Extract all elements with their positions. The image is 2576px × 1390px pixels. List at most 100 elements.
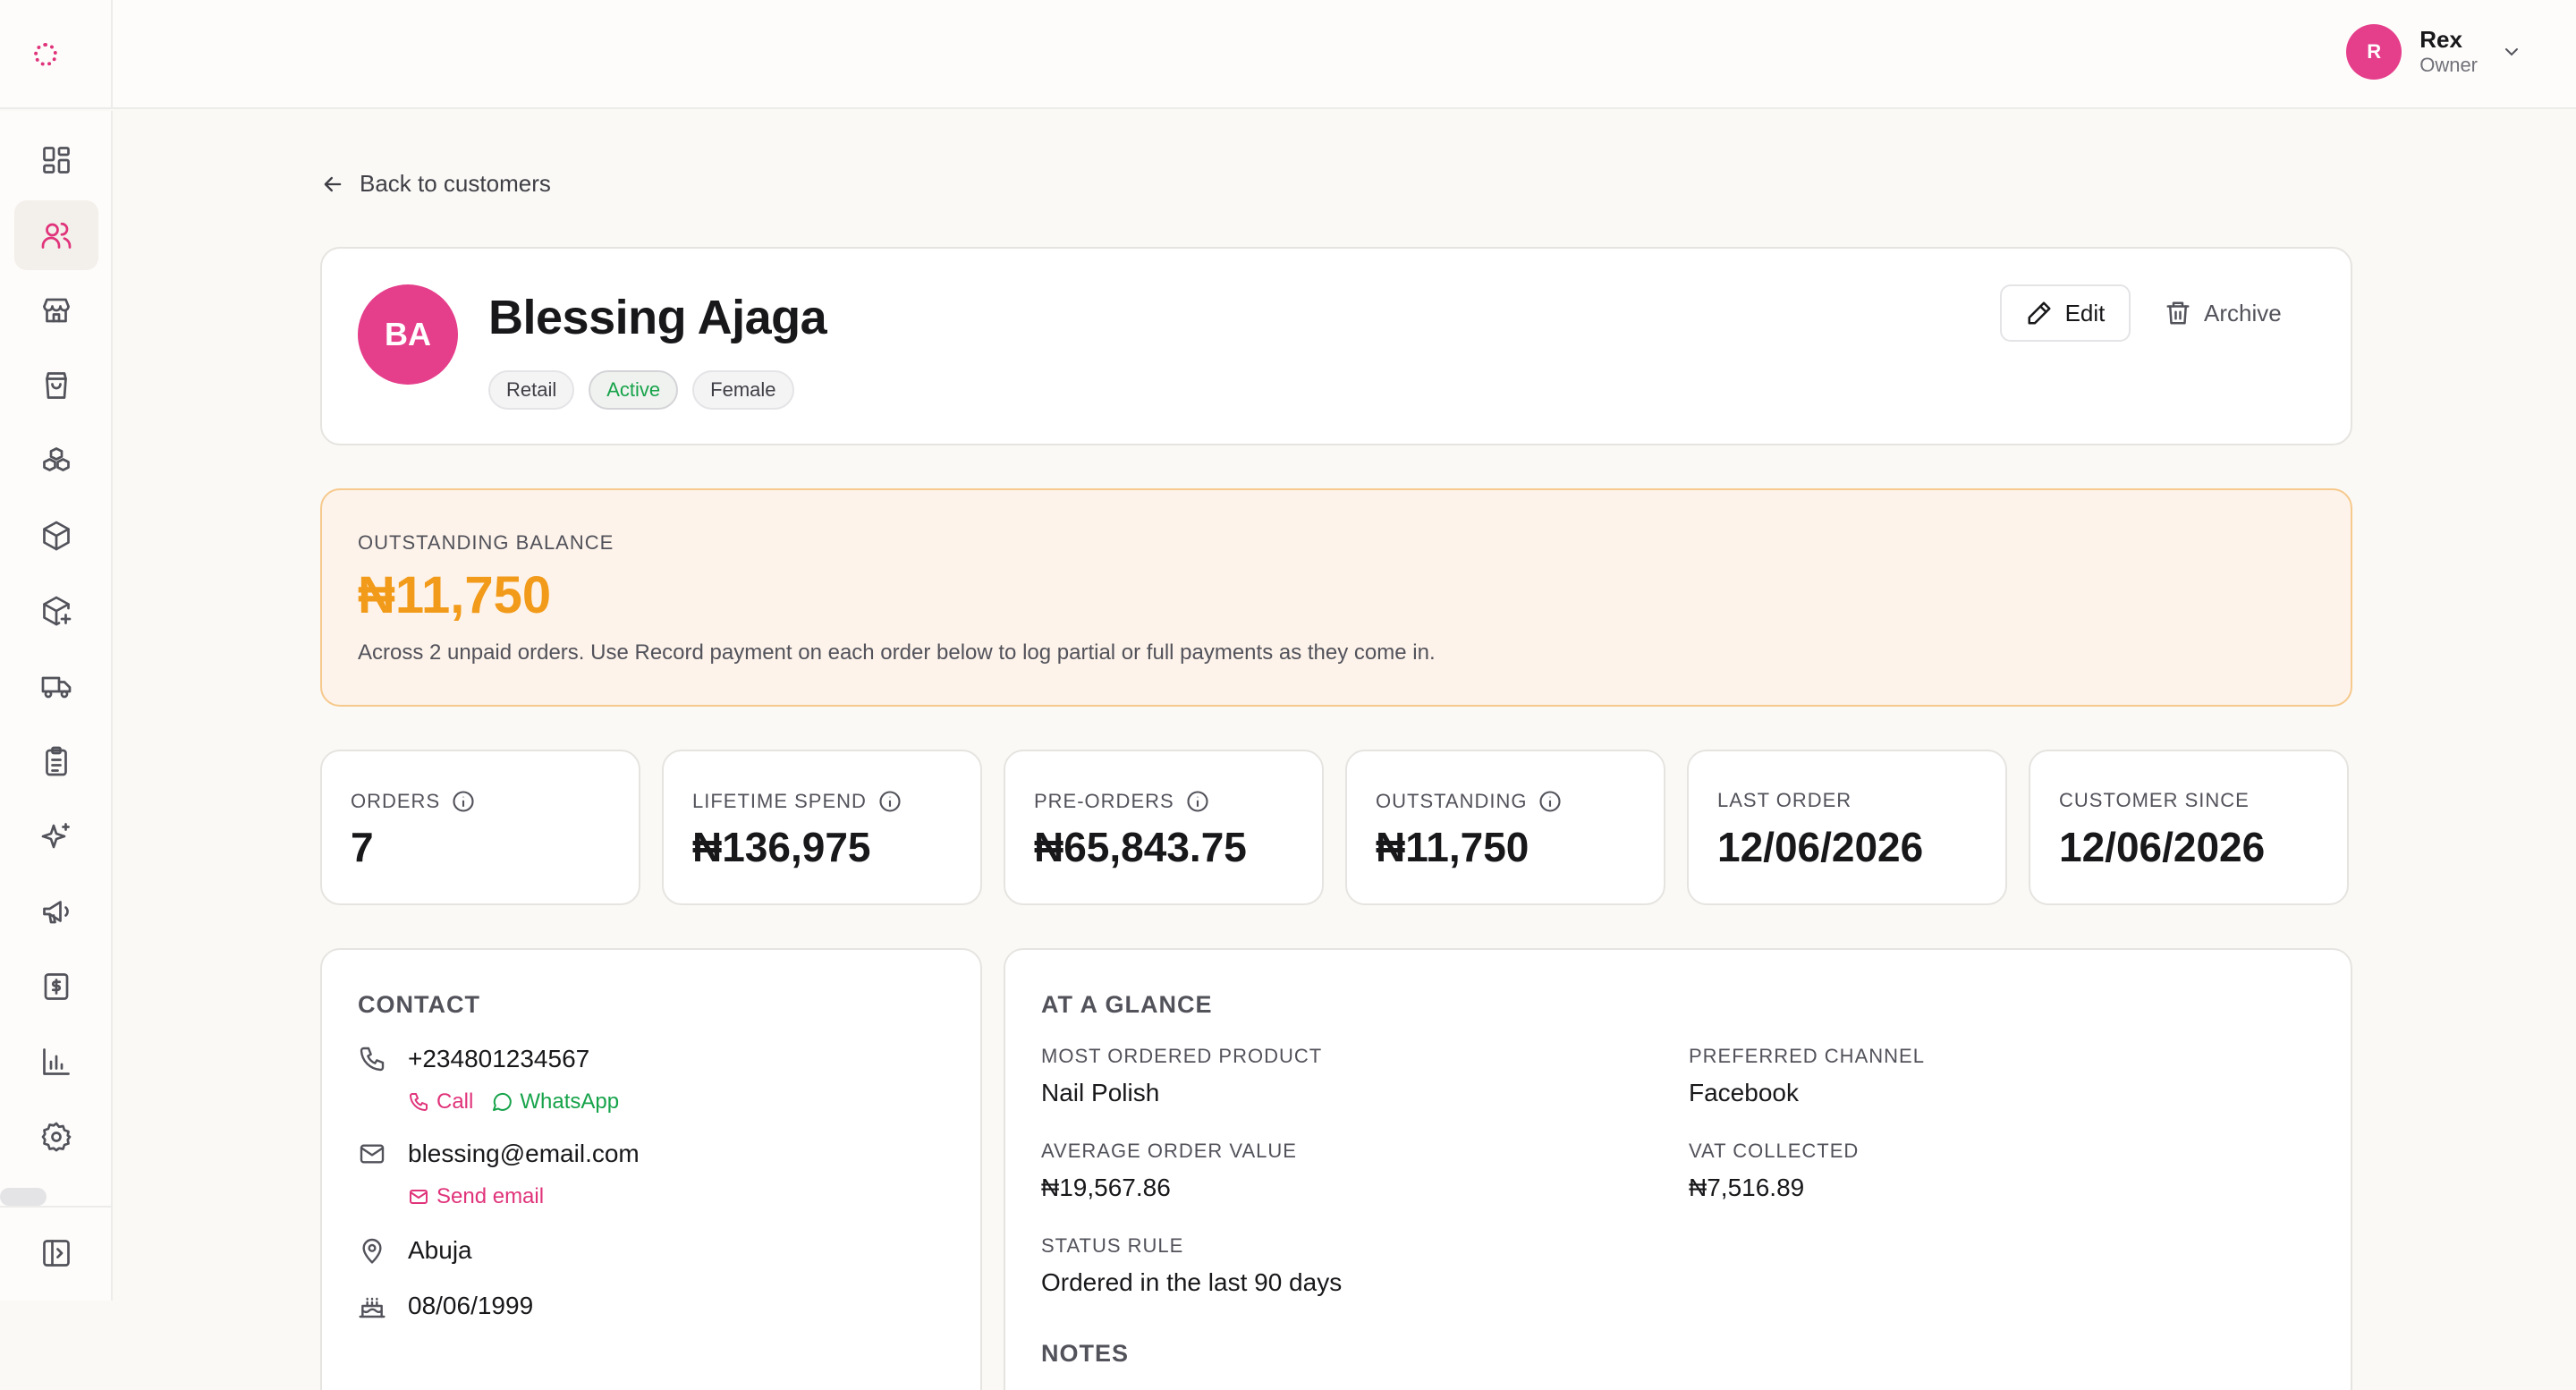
contact-location-row: Abuja (358, 1236, 472, 1265)
stat-card-customer-since: CUSTOMER SINCE 12/06/2026 (2029, 750, 2349, 905)
info-icon[interactable] (1185, 789, 1210, 814)
avg-order-value: ₦19,567.86 (1041, 1174, 1171, 1201)
customer-tags: Retail Active Female (488, 370, 794, 410)
user-role: Owner (2419, 54, 2478, 77)
boxes-icon (43, 447, 70, 471)
stat-card-outstanding: OUTSTANDING ₦11,750 (1345, 750, 1665, 905)
stat-value: 12/06/2026 (2059, 824, 2266, 870)
stat-card-pre-orders: PRE-ORDERS ₦65,843.75 (1004, 750, 1324, 905)
call-link[interactable]: Call (408, 1089, 473, 1115)
sidebar-item-settings[interactable] (14, 1102, 98, 1172)
edit-label: Edit (2064, 299, 2106, 326)
send-email-link[interactable]: Send email (408, 1184, 544, 1209)
sidebar-scrollbar[interactable] (0, 1188, 47, 1206)
call-label: Call (436, 1089, 474, 1114)
contact-location: Abuja (408, 1236, 472, 1264)
stat-label-text: LIFETIME SPEND (692, 790, 867, 812)
sidebar-collapse-toggle[interactable] (14, 1218, 98, 1288)
logo-area[interactable] (0, 0, 113, 109)
stat-label: ORDERS (351, 789, 476, 814)
contact-phone: +234801234567 (408, 1045, 590, 1072)
stat-card-orders: ORDERS 7 (320, 750, 640, 905)
info-icon[interactable] (1538, 789, 1563, 814)
sidebar-divider (0, 1206, 113, 1208)
status-rule: STATUS RULE Ordered in the last 90 days (1041, 1234, 1342, 1297)
edit-button[interactable]: Edit (2000, 284, 2131, 342)
notes-title: NOTES (1041, 1340, 1130, 1367)
sidebar-item-deliveries[interactable] (14, 651, 98, 721)
sidebar-item-store[interactable] (14, 275, 98, 345)
user-info: Rex Owner (2419, 26, 2478, 78)
package-icon (43, 521, 70, 551)
outstanding-balance-card: OUTSTANDING BALANCE ₦11,750 Across 2 unp… (320, 488, 2352, 707)
info-icon[interactable] (451, 789, 476, 814)
sidebar-item-tasks[interactable] (14, 726, 98, 796)
dashboard-icon (43, 147, 70, 174)
stat-value: 7 (351, 824, 374, 870)
stat-label: PRE-ORDERS (1034, 789, 1210, 814)
megaphone-icon (43, 901, 69, 924)
avg-order-label: AVERAGE ORDER VALUE (1041, 1140, 1297, 1162)
panel-expand-icon (43, 1240, 70, 1267)
brand-logo[interactable] (30, 41, 80, 68)
user-avatar: R (2346, 24, 2402, 80)
sparkles-icon (41, 823, 70, 849)
whatsapp-link[interactable]: WhatsApp (491, 1089, 619, 1115)
phone-icon (410, 1093, 428, 1111)
vat-collected: VAT COLLECTED ₦7,516.89 (1689, 1140, 1859, 1202)
sidebar-item-dashboard[interactable] (14, 125, 98, 195)
stat-label: LAST ORDER (1717, 789, 1852, 812)
stat-value: 12/06/2026 (1717, 824, 1924, 870)
sidebar (0, 111, 113, 1301)
customer-header-card: BA Blessing Ajaga Retail Active Female E… (320, 247, 2352, 445)
contact-email: blessing@email.com (408, 1140, 640, 1167)
truck-icon (41, 676, 72, 699)
glance-title: AT A GLANCE (1041, 991, 1213, 1018)
stat-label: CUSTOMER SINCE (2059, 789, 2250, 812)
pencil-icon (2028, 301, 2051, 325)
sidebar-item-customers[interactable] (14, 200, 98, 270)
sidebar-item-orders[interactable] (14, 351, 98, 420)
sidebar-item-add-product[interactable] (14, 576, 98, 646)
package-plus-icon (43, 596, 72, 626)
stat-label-text: PRE-ORDERS (1034, 790, 1174, 812)
stat-card-last-order: LAST ORDER 12/06/2026 (1687, 750, 2007, 905)
stat-value: ₦136,975 (692, 824, 871, 870)
sidebar-item-ai[interactable] (14, 801, 98, 871)
sidebar-item-inventory[interactable] (14, 426, 98, 496)
customer-name: Blessing Ajaga (488, 291, 827, 344)
info-icon[interactable] (877, 789, 902, 814)
preferred-channel-value: Facebook (1689, 1079, 1799, 1106)
contact-birthday: 08/06/1999 (408, 1292, 534, 1319)
preferred-channel: PREFERRED CHANNEL Facebook (1689, 1045, 1925, 1107)
contact-phone-row: +234801234567 (358, 1045, 589, 1073)
sidebar-item-reports[interactable] (14, 1027, 98, 1097)
chevron-down-icon[interactable] (2501, 41, 2522, 63)
balance-value: ₦11,750 (358, 566, 552, 624)
stat-label-text: LAST ORDER (1717, 789, 1852, 811)
sidebar-item-finance[interactable] (14, 952, 98, 1021)
archive-button[interactable]: Archive (2165, 284, 2282, 342)
stat-label: LIFETIME SPEND (692, 789, 902, 814)
shopping-bag-icon (46, 372, 67, 399)
map-pin-icon (362, 1238, 382, 1264)
at-a-glance-card: AT A GLANCE MOST ORDERED PRODUCT Nail Po… (1004, 948, 2352, 1390)
send-email-label: Send email (436, 1184, 545, 1208)
mail-icon (360, 1144, 385, 1164)
customers-icon (41, 222, 72, 249)
stat-value: ₦11,750 (1376, 824, 1530, 870)
contact-birthday-row: 08/06/1999 (358, 1292, 533, 1320)
back-to-customers-link[interactable]: Back to customers (320, 170, 551, 198)
user-menu[interactable]: R Rex Owner (2346, 23, 2522, 81)
whatsapp-label: WhatsApp (520, 1089, 620, 1114)
sidebar-item-products[interactable] (14, 501, 98, 571)
stat-label-text: ORDERS (351, 790, 441, 812)
status-rule-label: STATUS RULE (1041, 1234, 1184, 1257)
status-rule-value: Ordered in the last 90 days (1041, 1268, 1343, 1296)
stat-label: OUTSTANDING (1376, 789, 1563, 814)
balance-note: Across 2 unpaid orders. Use Record payme… (358, 640, 1436, 665)
stat-label-text: OUTSTANDING (1376, 790, 1528, 812)
settings-gear-icon (41, 1122, 72, 1152)
vat-value: ₦7,516.89 (1689, 1174, 1805, 1201)
sidebar-item-marketing[interactable] (14, 877, 98, 946)
